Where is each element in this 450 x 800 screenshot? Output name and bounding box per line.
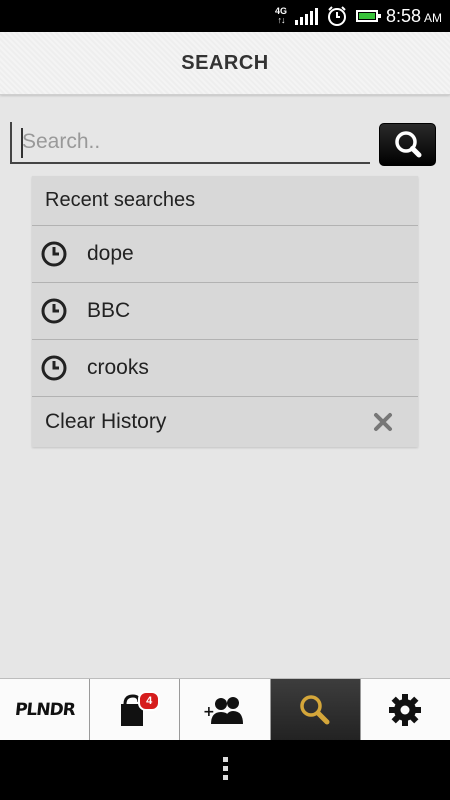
recent-search-label: dope [87,242,134,265]
tab-settings[interactable] [360,679,450,741]
clock-icon [41,298,67,324]
recent-search-label: BBC [87,299,131,322]
clock-icon [41,241,67,267]
tab-search[interactable] [270,679,361,741]
recent-search-item[interactable]: crooks [32,340,418,397]
clock-time: 8:58 AM [386,6,442,27]
text-cursor [21,128,23,158]
clock-icon [41,355,67,381]
alarm-icon [327,6,346,26]
menu-icon[interactable] [221,757,229,785]
search-icon [300,695,330,725]
status-bar: 4G ↑↓ 8:58 AM [0,0,450,32]
tab-bag[interactable]: 4 [90,679,181,741]
page-title: SEARCH [181,51,269,74]
tab-friends[interactable]: + [180,679,271,741]
recent-search-item[interactable]: dope [32,226,418,283]
search-input[interactable] [10,122,370,164]
bag-count-badge: 4 [138,691,161,711]
recent-searches-list: Recent searches dope BBC crooks Clear Hi… [32,176,418,447]
close-icon[interactable] [372,411,394,433]
time-value: 8:58 [385,5,421,26]
recent-search-item[interactable]: BBC [32,283,418,340]
recent-searches-header: Recent searches [32,176,418,226]
network-4g-icon: 4G ↑↓ [274,6,287,25]
tab-home[interactable]: PLNDR [0,679,91,741]
signal-icon [294,7,318,25]
clear-history-label: Clear History [45,410,167,433]
add-friends-icon: + [203,697,243,724]
search-button[interactable] [379,123,436,166]
clear-history-button[interactable]: Clear History [32,397,418,447]
recent-search-label: crooks [87,356,149,379]
title-bar: SEARCH [0,32,450,95]
bottom-tab-bar: PLNDR 4 + [0,678,450,741]
logo-icon: PLNDR [13,700,76,720]
battery-icon [355,10,381,22]
gear-icon [389,694,422,726]
time-ampm: AM [424,10,442,25]
search-icon [395,131,422,158]
